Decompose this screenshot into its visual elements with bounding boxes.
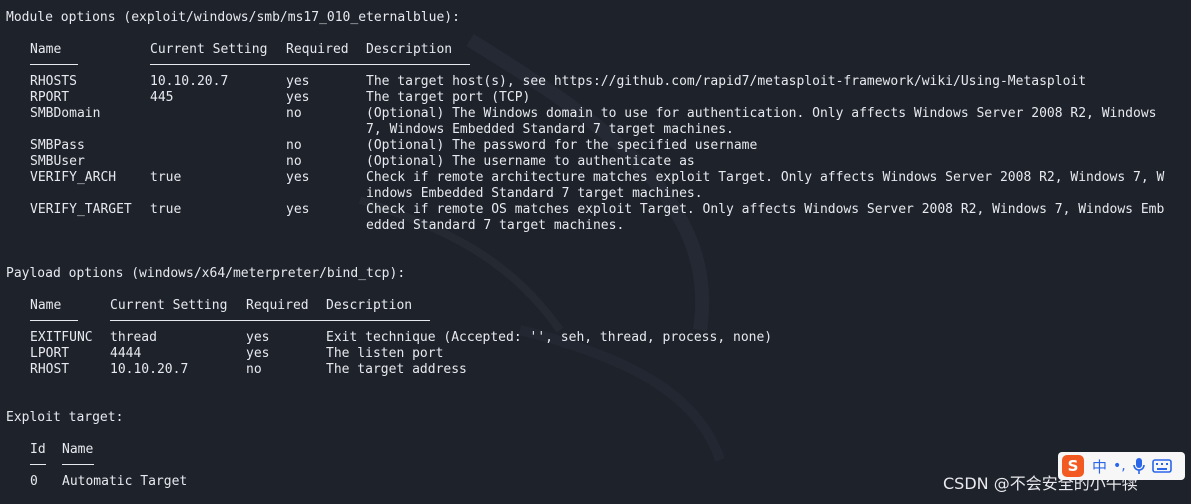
payload-option-required: yes <box>246 346 270 361</box>
module-option-required: yes <box>286 74 310 89</box>
payload-option-name: EXITFUNC <box>30 330 93 345</box>
module-option-required: no <box>286 154 302 169</box>
module-option-name: SMBDomain <box>30 106 101 121</box>
module-option-description: Check if remote architecture matches exp… <box>366 170 1165 185</box>
module-option-name: VERIFY_TARGET <box>30 202 132 217</box>
payload-option-setting: 4444 <box>110 346 142 361</box>
module-option-description: 7, Windows Embedded Standard 7 target ma… <box>366 122 734 137</box>
module-option-description: The target host(s), see https://github.c… <box>366 74 1087 89</box>
header-underline <box>366 64 470 65</box>
payload-option-description: Exit technique (Accepted: '', seh, threa… <box>326 330 773 345</box>
header-underline <box>246 320 326 321</box>
payload-option-name: LPORT <box>30 346 70 361</box>
module-option-setting: true <box>150 170 182 185</box>
header-underline <box>150 64 286 65</box>
header-underline <box>30 64 78 65</box>
module-option-required: yes <box>286 90 310 105</box>
ime-punctuation-toggle[interactable]: •, <box>1113 458 1126 474</box>
module-option-description: (Optional) The Windows domain to use for… <box>366 106 1157 121</box>
header-underline <box>62 464 94 465</box>
svg-text:S: S <box>1068 457 1079 475</box>
payload-option-required: no <box>246 362 262 377</box>
payload-option-name: RHOST <box>30 362 70 377</box>
ime-language-toggle[interactable]: 中 <box>1092 456 1107 477</box>
module-table-header: Description <box>366 42 453 57</box>
module-option-required: yes <box>286 170 310 185</box>
module-table-header: Required <box>286 42 349 57</box>
module-option-description: indows Embedded Standard 7 target machin… <box>366 186 703 201</box>
header-underline <box>286 64 366 65</box>
module-option-required: yes <box>286 202 310 217</box>
header-underline <box>326 320 430 321</box>
module-option-setting: 445 <box>150 90 174 105</box>
payload-option-description: The listen port <box>326 346 444 361</box>
target-table-header: Name <box>62 442 94 457</box>
sogou-logo-icon[interactable]: S <box>1060 453 1086 479</box>
target-id: 0 <box>30 474 38 489</box>
payload-table-header: Current Setting <box>110 298 228 313</box>
module-option-name: SMBUser <box>30 154 85 169</box>
module-option-description: edded Standard 7 target machines. <box>366 218 625 233</box>
target-table-header: Id <box>30 442 46 457</box>
payload-options-header: Payload options (windows/x64/meterpreter… <box>6 266 406 281</box>
payload-table-header: Description <box>326 298 413 313</box>
ime-toolbar[interactable]: S 中 •, <box>1058 452 1185 480</box>
module-option-setting: 10.10.20.7 <box>150 74 229 89</box>
header-underline <box>110 320 246 321</box>
module-option-setting: true <box>150 202 182 217</box>
module-option-description: The target port (TCP) <box>366 90 531 105</box>
payload-option-setting: thread <box>110 330 157 345</box>
payload-table-header: Required <box>246 298 309 313</box>
terminal-window[interactable]: Module options (exploit/windows/smb/ms17… <box>0 0 1191 504</box>
header-underline <box>30 320 78 321</box>
module-option-required: no <box>286 138 302 153</box>
module-option-name: SMBPass <box>30 138 85 153</box>
header-underline <box>30 464 46 465</box>
module-option-required: no <box>286 106 302 121</box>
exploit-target-header: Exploit target: <box>6 410 124 425</box>
payload-option-description: The target address <box>326 362 467 377</box>
module-options-header: Module options (exploit/windows/smb/ms17… <box>6 10 460 25</box>
module-option-name: RHOSTS <box>30 74 77 89</box>
keyboard-icon[interactable] <box>1151 458 1172 474</box>
module-option-name: RPORT <box>30 90 70 105</box>
module-option-description: (Optional) The username to authenticate … <box>366 154 695 169</box>
payload-option-setting: 10.10.20.7 <box>110 362 189 377</box>
payload-table-header: Name <box>30 298 62 313</box>
payload-option-required: yes <box>246 330 270 345</box>
module-option-description: Check if remote OS matches exploit Targe… <box>366 202 1165 217</box>
module-table-header: Name <box>30 42 62 57</box>
module-option-description: (Optional) The password for the specifie… <box>366 138 758 153</box>
microphone-icon[interactable] <box>1132 457 1146 475</box>
module-option-name: VERIFY_ARCH <box>30 170 117 185</box>
target-name: Automatic Target <box>62 474 188 489</box>
module-table-header: Current Setting <box>150 42 268 57</box>
